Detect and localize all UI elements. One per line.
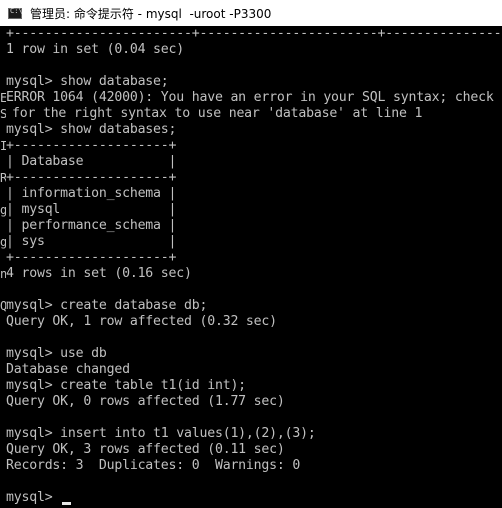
prompt-line: mysql> use db: [6, 346, 107, 361]
prompt-line: mysql> show database;: [6, 74, 169, 89]
cmd-icon: [8, 7, 23, 19]
table-border-line: +-----------------------+---------------…: [6, 26, 502, 41]
title-bar[interactable]: 管理员: 命令提示符 - mysql -uroot -P3300: [0, 0, 502, 26]
window-title: 管理员: 命令提示符 - mysql -uroot -P3300: [30, 6, 272, 21]
prompt-line: mysql> show databases;: [6, 122, 177, 137]
result-line: 1 row in set (0.04 sec): [6, 42, 185, 57]
result-line: 4 rows in set (0.16 sec): [6, 266, 192, 281]
table-border-line: +--------------------+: [6, 138, 177, 153]
error-line: ERROR 1064 (42000): You have an error in…: [6, 90, 494, 105]
table-border-line: +--------------------+: [6, 250, 177, 265]
table-header-line: | Database |: [6, 154, 177, 169]
error-line: for the right syntax to use near 'databa…: [12, 106, 423, 121]
prompt-text: mysql>: [6, 490, 61, 505]
prompt-line: mysql> insert into t1 values(1),(2),(3);: [6, 426, 316, 441]
prompt-line: mysql> create table t1(id int);: [6, 378, 246, 393]
table-row-line: | information_schema |: [6, 186, 177, 201]
result-line: Records: 3 Duplicates: 0 Warnings: 0: [6, 458, 301, 473]
result-line: Query OK, 3 rows affected (0.11 sec): [6, 442, 285, 457]
table-border-line: +--------------------+: [6, 170, 177, 185]
result-line: Query OK, 0 rows affected (1.77 sec): [6, 394, 285, 409]
prompt-line: mysql> create database db;: [6, 298, 208, 313]
console-output[interactable]: +-----------------------+---------------…: [0, 26, 502, 508]
table-row-line: | performance_schema |: [6, 218, 177, 233]
table-row-line: | mysql |: [6, 202, 177, 217]
result-line: Database changed: [6, 362, 130, 377]
result-line: Query OK, 1 row affected (0.32 sec): [6, 314, 277, 329]
table-row-line: | sys |: [6, 234, 177, 249]
active-prompt[interactable]: mysql>: [6, 490, 72, 506]
edge-artifact: S: [0, 107, 6, 121]
text-cursor: [62, 501, 72, 505]
